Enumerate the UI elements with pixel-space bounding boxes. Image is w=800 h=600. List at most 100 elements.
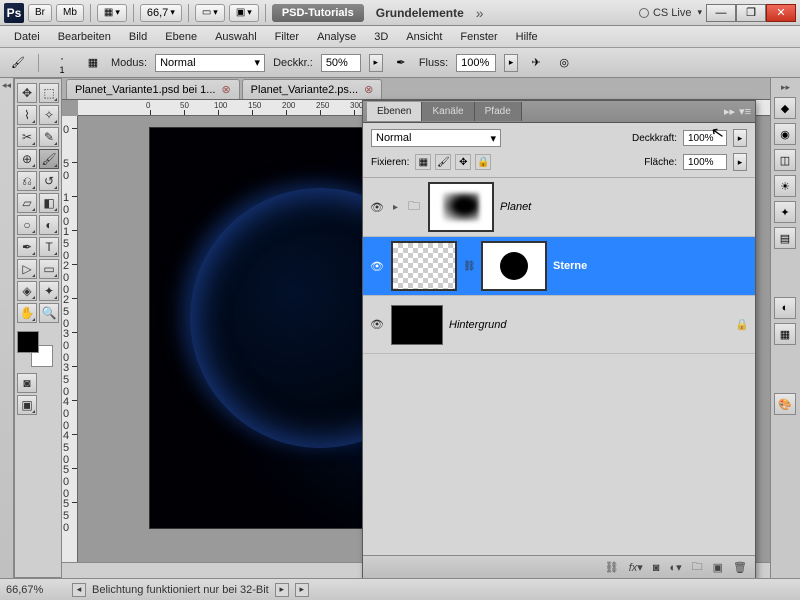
eraser-tool[interactable]: ▱	[17, 193, 37, 213]
status-zoom[interactable]: 66,67%	[6, 584, 66, 596]
layer-thumbnail[interactable]	[391, 305, 443, 345]
layer-mask-thumbnail[interactable]	[481, 241, 547, 291]
foreground-color-swatch[interactable]	[17, 331, 39, 353]
brush-panel-toggle-icon[interactable]: ▦	[83, 53, 103, 73]
visibility-toggle-icon[interactable]: 👁	[369, 199, 385, 215]
quickmask-toggle[interactable]: ◙	[17, 373, 37, 393]
menu-ansicht[interactable]: Ansicht	[398, 28, 450, 46]
layer-blendmode-select[interactable]: Normal▾	[371, 129, 501, 147]
menu-analyse[interactable]: Analyse	[309, 28, 364, 46]
group-toggle-icon[interactable]: ▸	[393, 202, 398, 213]
visibility-toggle-icon[interactable]: 👁	[369, 317, 385, 333]
menu-filter[interactable]: Filter	[267, 28, 307, 46]
panel-collapse-icon[interactable]: ▸▸	[724, 105, 735, 118]
toolbar-extras-button[interactable]: ▦▾	[97, 4, 127, 22]
pen-tool[interactable]: ✒	[17, 237, 37, 257]
workspace-label[interactable]: PSD-Tutorials	[272, 4, 364, 22]
eyedropper-tool[interactable]: ✎	[39, 127, 59, 147]
menu-ebene[interactable]: Ebene	[157, 28, 205, 46]
layer-opacity-field[interactable]: 100%	[683, 130, 727, 146]
layer-name[interactable]: Hintergrund	[449, 319, 506, 331]
minibridge-button[interactable]: Mb	[56, 4, 84, 22]
menu-hilfe[interactable]: Hilfe	[508, 28, 546, 46]
canvas[interactable]	[150, 128, 380, 528]
marquee-tool[interactable]: ⬚	[39, 83, 59, 103]
left-edge-bar[interactable]: ◂◂	[0, 78, 14, 578]
menu-3d[interactable]: 3D	[366, 28, 396, 46]
layers-tab[interactable]: Ebenen	[367, 102, 422, 121]
menu-bild[interactable]: Bild	[121, 28, 155, 46]
blend-mode-select[interactable]: Normal▾	[155, 54, 265, 72]
path-select-tool[interactable]: ▷	[17, 259, 37, 279]
layer-thumbnail[interactable]	[391, 241, 457, 291]
fx-icon[interactable]: fx▾	[629, 561, 643, 574]
shape-tool[interactable]: ▭	[39, 259, 59, 279]
fill-slider-icon[interactable]: ▸	[733, 153, 747, 171]
ruler-vertical[interactable]: 050100150200250300350400450500550	[62, 116, 78, 562]
gradient-tool[interactable]: ◧	[39, 193, 59, 213]
color-dock-icon[interactable]: ▤	[774, 227, 796, 249]
styles-dock-icon[interactable]: ✦	[774, 201, 796, 223]
crop-tool[interactable]: ✂	[17, 127, 37, 147]
menu-bearbeiten[interactable]: Bearbeiten	[50, 28, 119, 46]
minimize-button[interactable]: —	[706, 4, 736, 22]
new-layer-icon[interactable]: ▣	[713, 561, 723, 574]
cslive-button[interactable]: CS Live▾	[639, 7, 702, 19]
delete-layer-icon[interactable]: 🗑	[733, 561, 747, 574]
wand-tool[interactable]: ✧	[39, 105, 59, 125]
layer-name[interactable]: Sterne	[553, 260, 587, 272]
flow-slider-icon[interactable]: ▸	[504, 54, 518, 72]
status-menu-icon[interactable]: ▸	[295, 583, 309, 597]
maximize-button[interactable]: ❐	[736, 4, 766, 22]
close-button[interactable]: ✕	[766, 4, 796, 22]
more-workspaces-icon[interactable]: »	[476, 5, 484, 21]
document-tab[interactable]: Planet_Variante2.ps...⊗	[242, 79, 383, 99]
zoom-level-field[interactable]: 66,7▾	[140, 4, 182, 22]
lock-pixels-icon[interactable]: 🖌	[435, 154, 451, 170]
layer-opacity-slider-icon[interactable]: ▸	[733, 129, 747, 147]
history-brush-tool[interactable]: ↺	[39, 171, 59, 191]
channels-tab[interactable]: Kanäle	[422, 102, 474, 121]
arrange-button[interactable]: ▭▾	[195, 4, 225, 22]
paths-dock-icon[interactable]: ◫	[774, 149, 796, 171]
3d-tool[interactable]: ◈	[17, 281, 37, 301]
add-mask-icon[interactable]: ◙	[653, 562, 660, 574]
brush-tool[interactable]: 🖌	[39, 149, 59, 169]
history-dock-icon[interactable]: ◐	[774, 297, 796, 319]
3d-camera-tool[interactable]: ✦	[39, 281, 59, 301]
stamp-tool[interactable]: ⎌	[17, 171, 37, 191]
opacity-slider-icon[interactable]: ▸	[369, 54, 383, 72]
heal-tool[interactable]: ⊕	[17, 149, 37, 169]
menu-datei[interactable]: Datei	[6, 28, 48, 46]
adjustment-layer-icon[interactable]: ◐▾	[669, 561, 681, 574]
panel-menu-icon[interactable]: ▾≡	[739, 105, 751, 118]
layer-row[interactable]: 👁 ▸ 🗀 Planet	[363, 178, 755, 237]
type-tool[interactable]: T	[39, 237, 59, 257]
tablet-size-icon[interactable]: ◎	[554, 53, 574, 73]
zoom-tool[interactable]: 🔍	[39, 303, 59, 323]
lasso-tool[interactable]: ⌇	[17, 105, 37, 125]
status-prev-icon[interactable]: ◂	[72, 583, 86, 597]
tablet-opacity-icon[interactable]: ✒	[391, 53, 411, 73]
fill-field[interactable]: 100%	[683, 154, 727, 170]
link-layers-icon[interactable]: ⛓	[605, 561, 619, 574]
flow-field[interactable]: 100%	[456, 54, 496, 72]
lock-all-icon[interactable]: 🔒	[475, 154, 491, 170]
move-tool[interactable]: ✥	[17, 83, 37, 103]
mask-link-icon[interactable]: ⛓	[463, 261, 475, 272]
document-tab[interactable]: Planet_Variante1.psd bei 1...⊗	[66, 79, 240, 99]
opacity-field[interactable]: 50%	[321, 54, 361, 72]
status-next-icon[interactable]: ▸	[275, 583, 289, 597]
lock-transparent-icon[interactable]: ▦	[415, 154, 431, 170]
screenmode-toggle[interactable]: ▣	[17, 395, 37, 415]
close-tab-icon[interactable]: ⊗	[364, 83, 373, 96]
visibility-toggle-icon[interactable]: 👁	[369, 258, 385, 274]
channels-dock-icon[interactable]: ◉	[774, 123, 796, 145]
menu-fenster[interactable]: Fenster	[452, 28, 505, 46]
bridge-button[interactable]: Br	[28, 4, 52, 22]
close-tab-icon[interactable]: ⊗	[221, 83, 230, 96]
new-group-icon[interactable]: 🗀	[692, 558, 703, 577]
adjustments-dock-icon[interactable]: ☀	[774, 175, 796, 197]
dodge-tool[interactable]: ◐	[39, 215, 59, 235]
layer-name[interactable]: Planet	[500, 201, 531, 213]
